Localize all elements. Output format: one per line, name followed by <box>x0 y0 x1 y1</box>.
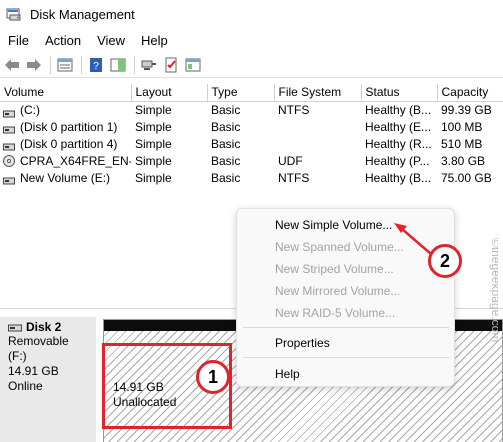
volume-name: CPRA_X64FRE_EN-... <box>20 153 131 168</box>
status-cell: Healthy (R... <box>365 136 432 151</box>
volume-name: (Disk 0 partition 4) <box>20 136 118 151</box>
optical-disc-icon <box>3 155 15 168</box>
table-row[interactable]: (Disk 0 partition 1) Simple Basic Health… <box>0 118 503 135</box>
disk-state: Online <box>8 379 43 393</box>
menu-separator <box>243 327 449 328</box>
menu-file[interactable]: File <box>2 33 35 48</box>
capacity-cell: 99.39 GB <box>441 102 492 117</box>
back-arrow-icon[interactable] <box>2 55 22 75</box>
drive-icon <box>3 107 15 118</box>
column-header-layout[interactable]: Layout <box>131 84 208 102</box>
detail-pane-icon[interactable] <box>108 55 128 75</box>
disk-icon <box>8 322 22 332</box>
toolbar-separator <box>81 55 82 74</box>
context-menu: New Simple Volume... New Spanned Volume.… <box>236 208 455 387</box>
disk-management-icon <box>6 6 22 22</box>
column-header-type[interactable]: Type <box>207 84 275 102</box>
type-cell: Basic <box>211 136 241 151</box>
svg-text:?: ? <box>93 61 99 72</box>
status-cell: Healthy (P... <box>365 153 430 168</box>
menu-item-new-mirrored-volume: New Mirrored Volume... <box>275 284 401 298</box>
layout-cell: Simple <box>135 170 172 185</box>
column-header-file-system[interactable]: File System <box>274 84 362 102</box>
capacity-cell: 3.80 GB <box>441 153 486 168</box>
menu-item-new-striped-volume: New Striped Volume... <box>275 262 394 276</box>
status-cell: Healthy (B... <box>365 102 432 117</box>
file-system-cell: NTFS <box>278 102 310 117</box>
table-row[interactable]: New Volume (E:) Simple Basic NTFS Health… <box>0 169 503 186</box>
menu-item-new-raid5-volume: New RAID-5 Volume... <box>275 306 396 320</box>
table-header-row: Volume Layout Type File System Status Ca… <box>0 84 503 102</box>
capacity-cell: 100 MB <box>441 119 483 134</box>
file-system-cell: UDF <box>278 153 303 168</box>
help-book-icon[interactable]: ? <box>86 55 106 75</box>
table-row[interactable]: (C:) Simple Basic NTFS Healthy (B... 99.… <box>0 101 503 118</box>
disk-info-panel[interactable]: Disk 2 Removable (F:) 14.91 GB Online <box>0 317 96 442</box>
file-system-cell <box>274 135 361 152</box>
table-row[interactable]: (Disk 0 partition 4) Simple Basic Health… <box>0 135 503 152</box>
layout-cell: Simple <box>135 136 172 151</box>
menu-bar: File Action View Help <box>0 30 503 50</box>
layout-cell: Simple <box>135 102 172 117</box>
title-bar: Disk Management <box>0 0 503 28</box>
type-cell: Basic <box>211 102 241 117</box>
window-title: Disk Management <box>30 6 135 22</box>
layout-cell: Simple <box>135 153 172 168</box>
step-badge-1: 1 <box>196 360 230 394</box>
column-header-status[interactable]: Status <box>361 84 438 102</box>
menu-help[interactable]: Help <box>135 33 174 48</box>
status-cell: Healthy (E... <box>365 119 432 134</box>
disk-type: Removable (F:) <box>8 334 69 363</box>
file-system-cell: NTFS <box>278 170 310 185</box>
volume-name: (Disk 0 partition 1) <box>20 119 118 134</box>
drive-icon <box>3 174 15 185</box>
connect-icon[interactable] <box>139 55 159 75</box>
column-header-capacity[interactable]: Capacity <box>437 84 503 102</box>
menu-item-new-simple-volume[interactable]: New Simple Volume... <box>275 218 392 232</box>
type-cell: Basic <box>211 153 241 168</box>
properties-icon[interactable] <box>183 55 203 75</box>
checklist-icon[interactable] <box>161 55 181 75</box>
disk-name: Disk 2 <box>26 320 62 334</box>
disk-size: 14.91 GB <box>8 364 59 378</box>
volume-table: Volume Layout Type File System Status Ca… <box>0 84 503 186</box>
status-cell: Healthy (B... <box>365 170 432 185</box>
list-view-icon[interactable] <box>55 55 75 75</box>
drive-icon <box>3 140 15 151</box>
table-row[interactable]: CPRA_X64FRE_EN-... Simple Basic UDF Heal… <box>0 152 503 169</box>
volume-name: New Volume (E:) <box>20 170 111 185</box>
toolbar-separator <box>134 55 135 74</box>
menu-item-new-spanned-volume: New Spanned Volume... <box>275 240 404 254</box>
menu-action[interactable]: Action <box>39 33 87 48</box>
menu-item-help[interactable]: Help <box>275 367 300 381</box>
capacity-cell: 510 MB <box>441 136 483 151</box>
type-cell: Basic <box>211 119 241 134</box>
type-cell: Basic <box>211 170 241 185</box>
drive-icon <box>3 123 15 134</box>
menu-view[interactable]: View <box>91 33 131 48</box>
layout-cell: Simple <box>135 119 172 134</box>
step-badge-2: 2 <box>428 244 462 278</box>
menu-separator <box>243 357 449 358</box>
menu-item-properties[interactable]: Properties <box>275 336 330 350</box>
file-system-cell <box>274 118 361 135</box>
forward-arrow-icon[interactable] <box>24 55 44 75</box>
toolbar-separator <box>50 55 51 74</box>
toolbar: ? <box>0 52 503 78</box>
volume-name: (C:) <box>20 102 40 117</box>
column-header-volume[interactable]: Volume <box>0 84 132 102</box>
capacity-cell: 75.00 GB <box>441 170 492 185</box>
